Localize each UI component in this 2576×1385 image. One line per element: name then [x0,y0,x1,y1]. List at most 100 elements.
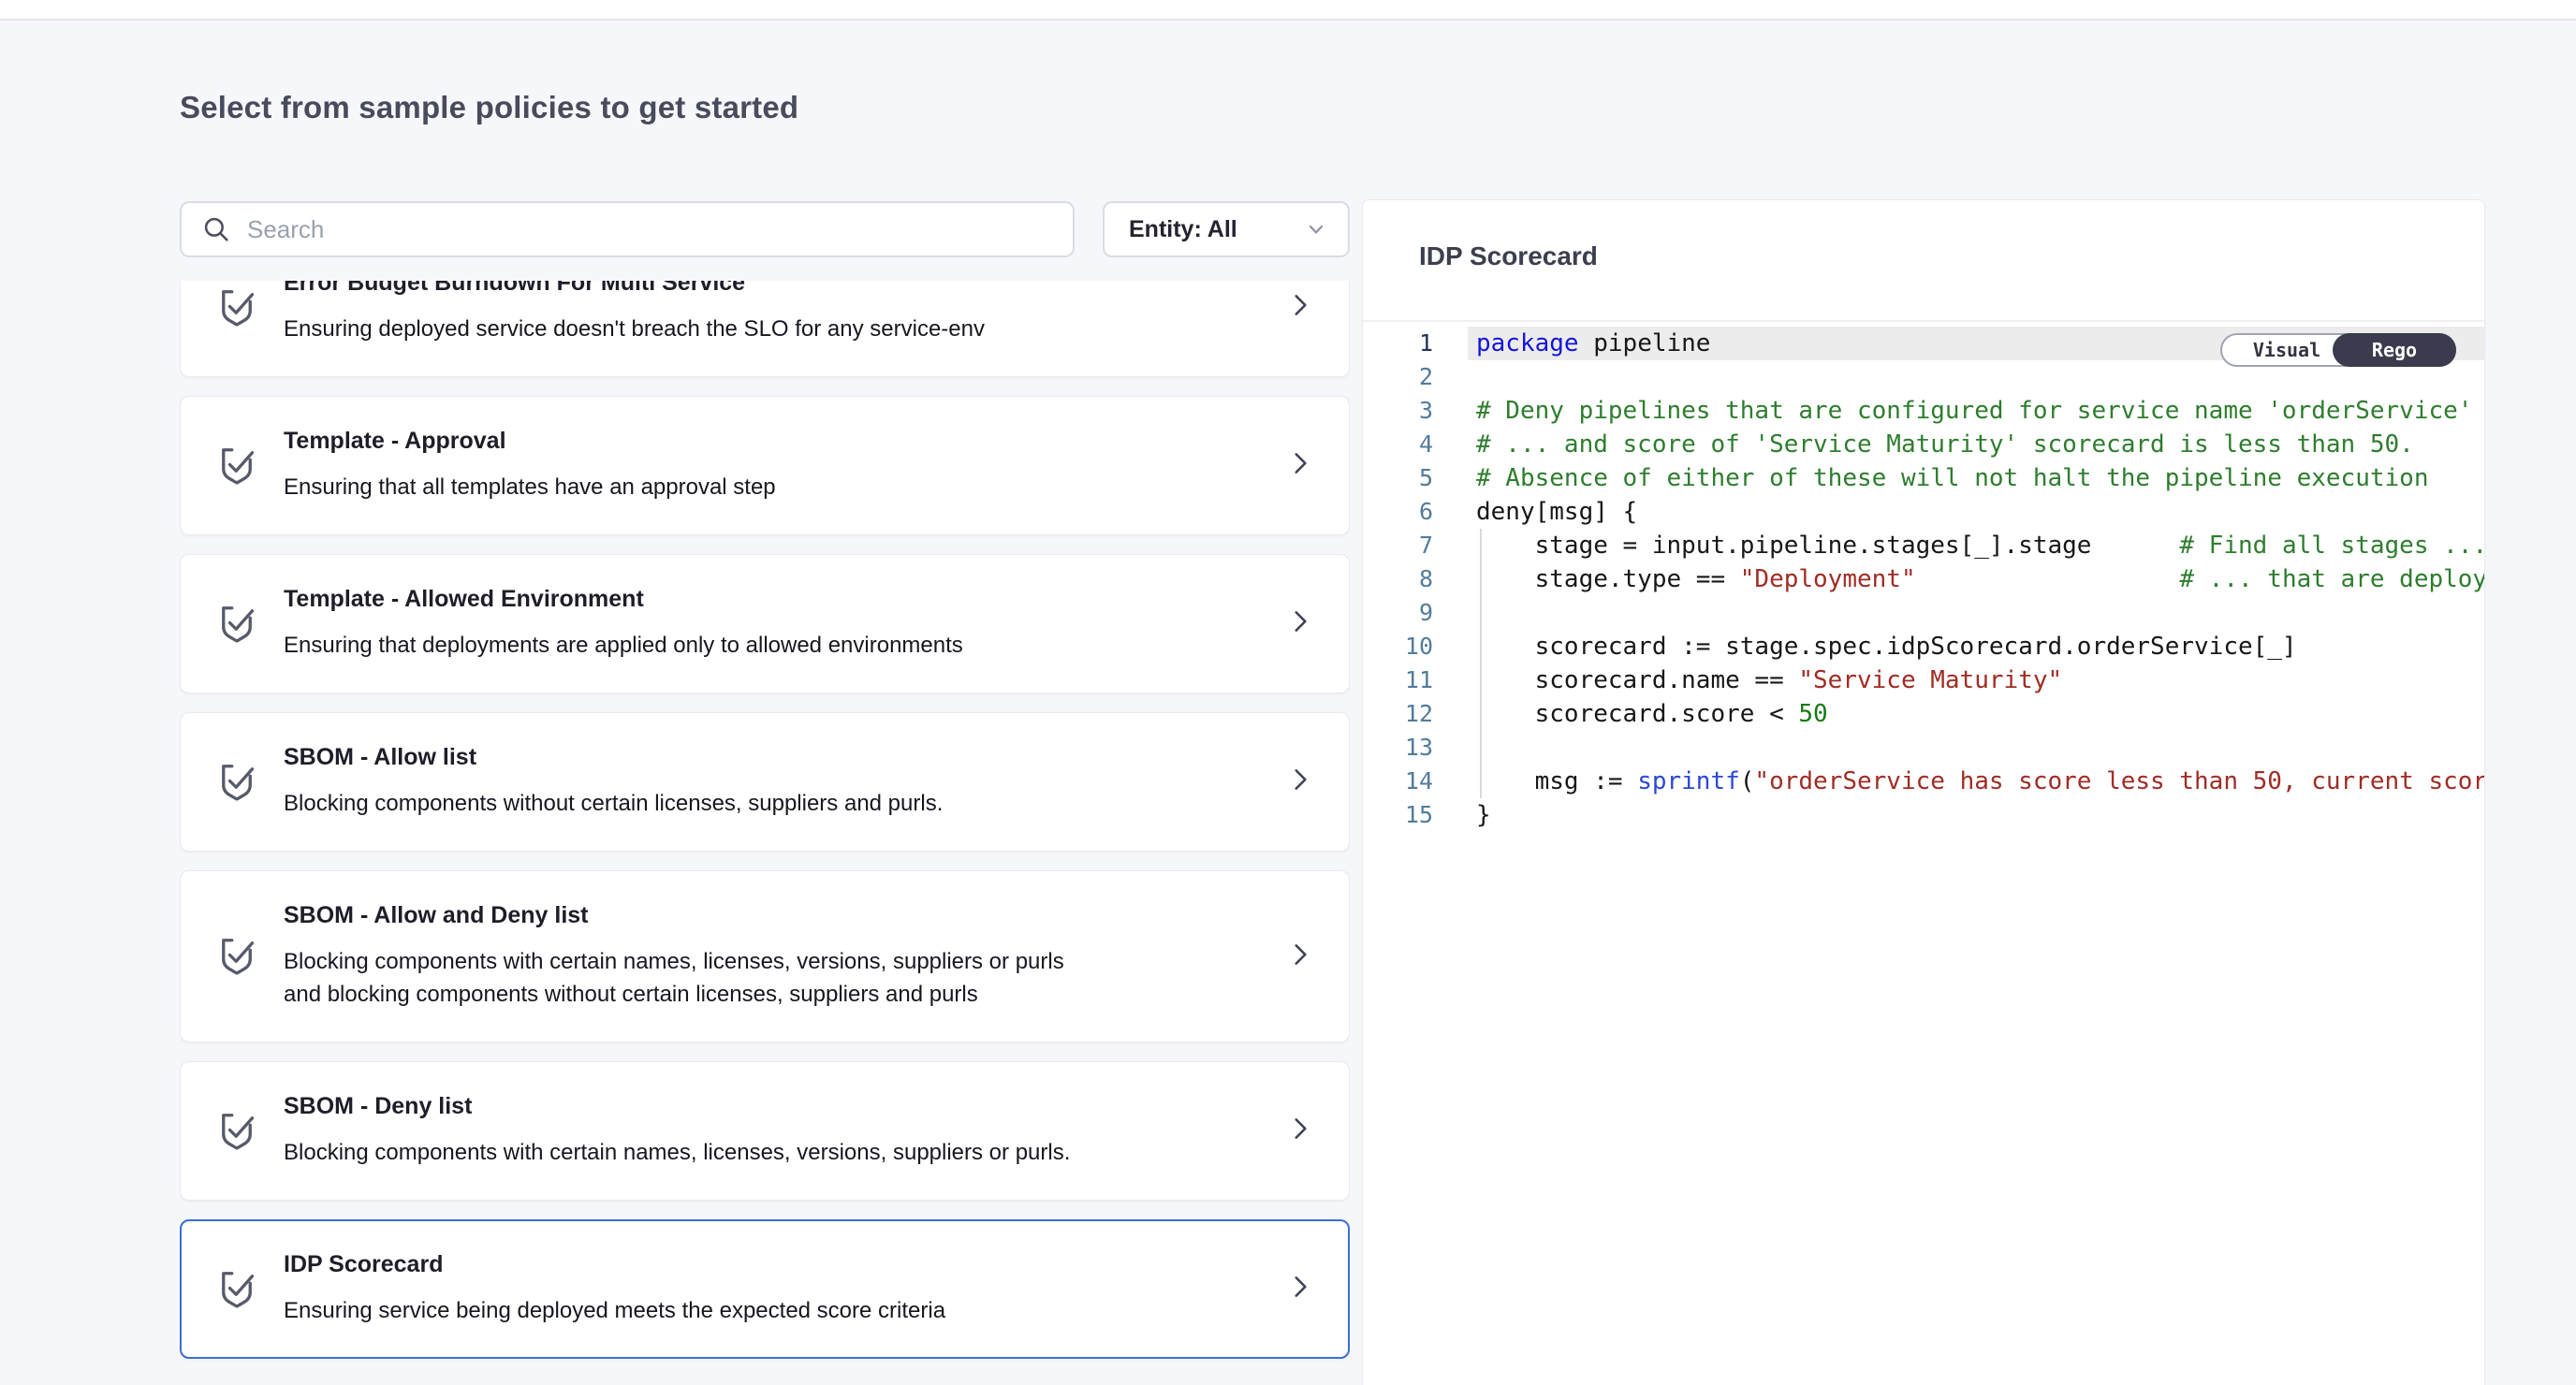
code-line: 7 stage = input.pipeline.stages[_].stage… [1363,529,2484,562]
policy-card-body: Error Budget Burndown For Multi Service … [284,281,1261,345]
line-number: 14 [1363,765,1433,798]
code-line-content: stage.type == "Deployment" # ... that ar… [1468,562,2484,596]
code-line-content: scorecard := stage.spec.idpScorecard.ord… [1468,630,2484,663]
code-line: 3 # Deny pipelines that are configured fo… [1363,394,2484,428]
line-number: 7 [1363,529,1433,562]
code-line-content: # Absence of either of these will not ha… [1468,461,2484,495]
policy-description: Blocking components without certain lice… [284,787,1075,820]
entity-filter-dropdown[interactable]: Entity: All [1103,201,1350,257]
policy-shield-check-icon [214,759,259,806]
policy-shield-check-icon [214,601,259,648]
policy-shield-check-icon [214,1266,259,1313]
toolbar: Entity: All [180,201,1350,257]
line-number: 13 [1363,731,1433,765]
code-line: 10 scorecard := stage.spec.idpScorecard.… [1363,630,2484,663]
policy-card[interactable]: IDP Scorecard Ensuring service being dep… [180,1219,1350,1359]
page-title: Select from sample policies to get start… [180,90,798,125]
policy-card[interactable]: Template - Allowed Environment Ensuring … [180,554,1350,693]
policy-title: IDP Scorecard [284,1251,1261,1278]
code-line-content: # Deny pipelines that are configured for… [1468,394,2484,428]
policy-shield-check-icon [214,1108,259,1155]
search-input[interactable] [247,215,1054,244]
code-line: 6 deny[msg] { [1363,495,2484,529]
policy-shield-check-icon [214,933,259,980]
code-line-content: } [1468,798,2484,832]
chevron-right-icon [1285,765,1315,799]
policy-card[interactable]: SBOM - Allow and Deny list Blocking comp… [180,870,1350,1042]
code-line-content [1468,731,2484,765]
line-number: 3 [1363,394,1433,428]
policy-title: Template - Allowed Environment [284,586,1261,613]
chevron-right-icon [1285,606,1315,641]
search-box[interactable] [180,201,1075,257]
code-line-content: scorecard.name == "Service Maturity" [1468,663,2484,697]
top-bar [0,0,2576,21]
policy-description: Ensuring that deployments are applied on… [284,629,1075,662]
policy-card-body: IDP Scorecard Ensuring service being dep… [284,1251,1261,1327]
policy-detail-panel: IDP Scorecard Visual Rego 1package pipel… [1362,199,2485,1385]
chevron-right-icon [1285,290,1315,325]
line-number: 9 [1363,596,1433,630]
policy-card-body: Template - Allowed Environment Ensuring … [284,586,1261,662]
policy-card-body: SBOM - Allow and Deny list Blocking comp… [284,902,1261,1011]
code-line-content: deny[msg] { [1468,495,2484,529]
policy-description: Ensuring that all templates have an appr… [284,471,1075,503]
line-number: 5 [1363,461,1433,495]
code-line: 9 [1363,596,2484,630]
policy-list[interactable]: Error Budget Burndown For Multi Service … [180,281,1350,1385]
detail-header: IDP Scorecard [1363,200,2484,322]
code-line-content: # ... and score of 'Service Maturity' sc… [1468,428,2484,461]
policy-card[interactable]: SBOM - Allow list Blocking components wi… [180,712,1350,852]
code-line: 4 # ... and score of 'Service Maturity' s… [1363,428,2484,461]
chevron-right-icon [1285,1114,1315,1148]
code-line: 5 # Absence of either of these will not h… [1363,461,2484,495]
code-line-content: stage = input.pipeline.stages[_].stage #… [1468,529,2484,562]
code-line-content: scorecard.score < 50 [1468,697,2484,731]
policy-card-body: Template - Approval Ensuring that all te… [284,428,1261,503]
code-line: 8 stage.type == "Deployment" # ... that … [1363,562,2484,596]
policy-card-body: SBOM - Deny list Blocking components wit… [284,1093,1261,1169]
chevron-right-icon [1285,940,1315,974]
code-line: 12 scorecard.score < 50 [1363,697,2484,731]
line-number: 6 [1363,495,1433,529]
line-number: 15 [1363,798,1433,832]
policy-shield-check-icon [214,284,259,331]
policy-description: Blocking components with certain names, … [284,945,1075,1011]
toggle-rego-button[interactable]: Rego [2333,333,2456,367]
chevron-right-icon [1285,448,1315,483]
code-line-content: msg := sprintf("orderService has score l… [1468,765,2484,798]
code-line: 11 scorecard.name == "Service Maturity" [1363,663,2484,697]
policy-description: Ensuring deployed service doesn't breach… [284,313,1075,345]
line-number: 12 [1363,697,1433,731]
policy-card-body: SBOM - Allow list Blocking components wi… [284,744,1261,820]
line-number: 11 [1363,663,1433,697]
line-number: 1 [1363,327,1433,360]
search-icon [200,213,232,245]
code-line: 14 msg := sprintf("orderService has scor… [1363,765,2484,798]
code-line: 15} [1363,798,2484,832]
chevron-right-icon [1285,1272,1315,1306]
policy-title: Template - Approval [284,428,1261,455]
detail-title: IDP Scorecard [1419,241,1598,271]
policy-title: SBOM - Deny list [284,1093,1261,1120]
code-line-content [1468,596,2484,630]
line-number: 10 [1363,630,1433,663]
code-line: 13 [1363,731,2484,765]
policy-shield-check-icon [214,443,259,489]
visual-rego-toggle: Visual Rego [2220,333,2456,367]
policy-description: Ensuring service being deployed meets th… [284,1294,1075,1327]
entity-filter-label: Entity: All [1129,216,1237,243]
rego-code-editor[interactable]: Visual Rego 1package pipeline23# Deny pi… [1363,322,2484,832]
policy-title: SBOM - Allow and Deny list [284,902,1261,929]
policy-description: Blocking components with certain names, … [284,1136,1075,1169]
line-number: 8 [1363,562,1433,596]
chevron-down-icon [1303,216,1329,242]
policy-card[interactable]: SBOM - Deny list Blocking components wit… [180,1061,1350,1201]
policy-card[interactable]: Error Budget Burndown For Multi Service … [180,281,1350,377]
policy-title: Error Budget Burndown For Multi Service [284,281,1261,297]
policy-title: SBOM - Allow list [284,744,1261,771]
line-number: 2 [1363,360,1433,394]
policy-card[interactable]: Template - Approval Ensuring that all te… [180,396,1350,535]
line-number: 4 [1363,428,1433,461]
code-lines: 1package pipeline23# Deny pipelines that… [1363,327,2484,832]
